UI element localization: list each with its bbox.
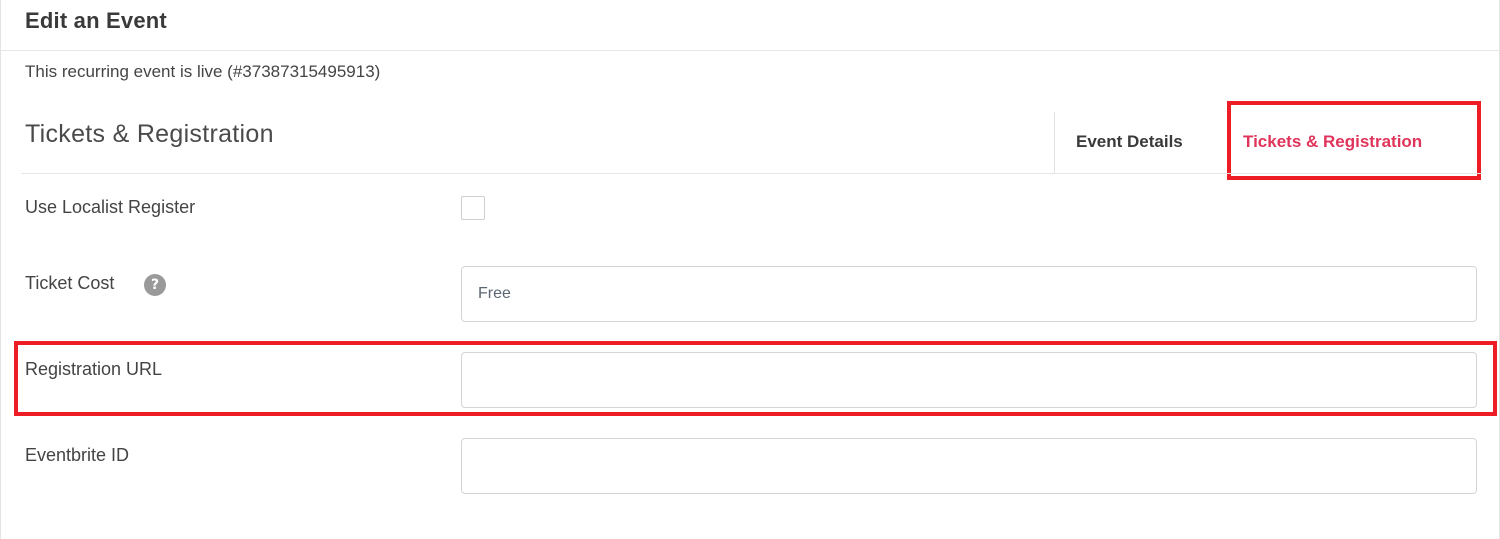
registration-url-input[interactable] [461,352,1477,408]
use-localist-register-label: Use Localist Register [25,197,196,217]
registration-url-label: Registration URL [25,359,163,379]
ticket-cost-label: Ticket Cost [25,273,115,293]
eventbrite-id-input[interactable] [461,438,1477,494]
page-title: Edit an Event [25,8,167,33]
section-divider [21,173,1481,174]
tab-tickets-registration[interactable]: Tickets & Registration [1243,132,1422,152]
use-localist-register-checkbox[interactable] [461,196,485,220]
ticket-cost-input[interactable] [461,266,1477,322]
tab-separator [1054,112,1055,173]
tab-event-details[interactable]: Event Details [1076,132,1183,152]
header-bar: Edit an Event [1,0,1499,51]
question-circle-icon[interactable]: ? [144,274,166,296]
event-status-text: This recurring event is live (#373873154… [25,62,381,81]
edit-event-page: Edit an Event This recurring event is li… [0,0,1500,539]
section-title: Tickets & Registration [25,120,274,148]
eventbrite-id-label: Eventbrite ID [25,445,130,465]
